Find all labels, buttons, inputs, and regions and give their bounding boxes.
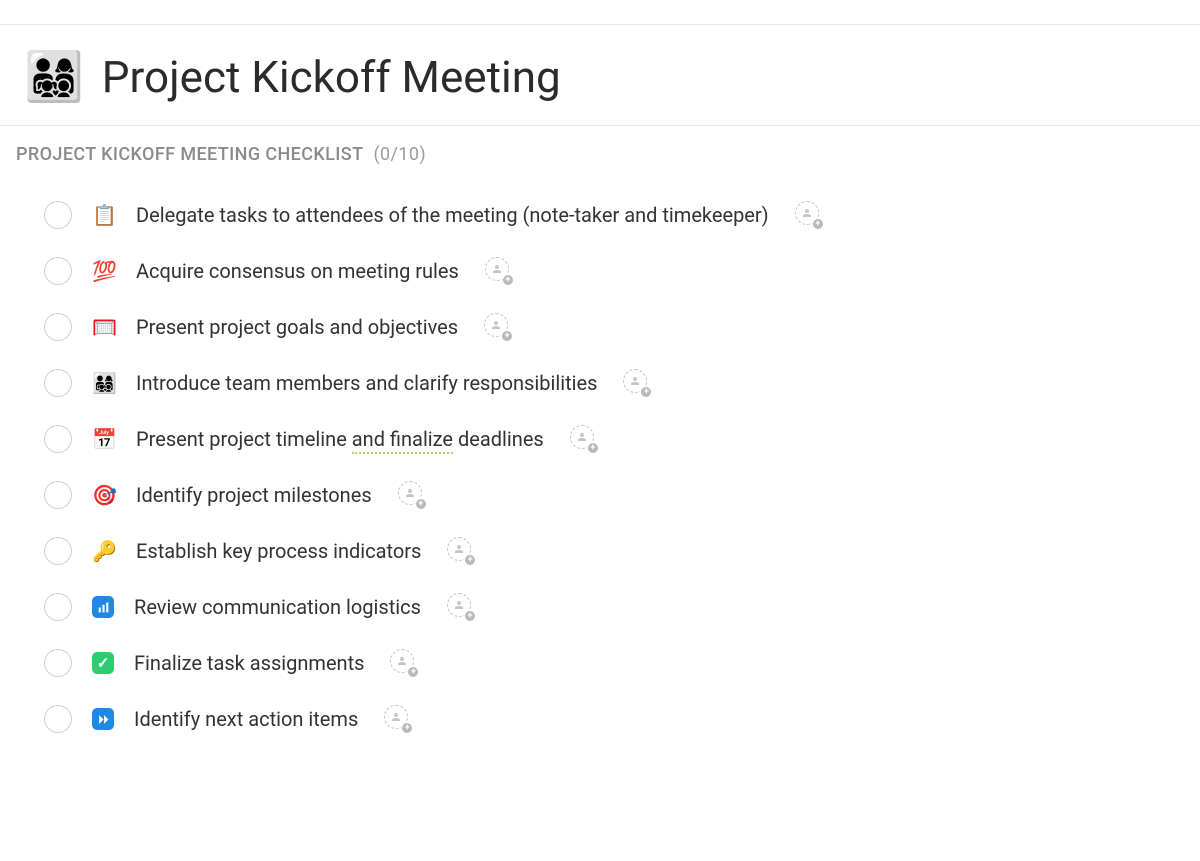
checkmark-icon: ✓	[92, 652, 114, 674]
page-title[interactable]: Project Kickoff Meeting	[102, 53, 561, 101]
assignee-add-button[interactable]: +	[384, 705, 412, 733]
assignee-add-button[interactable]: +	[623, 369, 651, 397]
checklist-checkbox[interactable]	[44, 649, 72, 677]
assignee-add-button[interactable]: +	[390, 649, 418, 677]
checklist-checkbox[interactable]	[44, 593, 72, 621]
section-title: Project Kickoff Meeting Checklist	[16, 144, 363, 165]
assignee-add-button[interactable]: +	[398, 481, 426, 509]
checklist-item[interactable]: 📅 Present project timeline and finalize d…	[16, 411, 1184, 467]
checklist-item[interactable]: Identify next action items +	[16, 691, 1184, 747]
assignee-add-button[interactable]: +	[485, 257, 513, 285]
checklist-item[interactable]: 🥅 Present project goals and objectives +	[16, 299, 1184, 355]
checklist-item-text[interactable]: Present project timeline and finalize de…	[136, 426, 544, 452]
checklist-item-text[interactable]: Identify next action items	[134, 706, 358, 732]
checklist-item-text[interactable]: Acquire consensus on meeting rules	[136, 258, 459, 284]
assignee-add-button[interactable]: +	[570, 425, 598, 453]
emoji-icon: 📅	[92, 429, 116, 449]
checklist-checkbox[interactable]	[44, 313, 72, 341]
assignee-add-button[interactable]: +	[447, 593, 475, 621]
section-header[interactable]: Project Kickoff Meeting Checklist (0/10)	[16, 144, 1184, 165]
checklist-item[interactable]: 🔑 Establish key process indicators +	[16, 523, 1184, 579]
checklist-items: 📋 Delegate tasks to attendees of the meet…	[16, 187, 1184, 747]
emoji-icon: 💯	[92, 261, 116, 281]
page-icon[interactable]: 👨‍👩‍👧‍👦	[24, 53, 84, 101]
emoji-icon: 🔑	[92, 541, 116, 561]
checklist-item[interactable]: 👨‍👩‍👧‍👦 Introduce team members and clarif…	[16, 355, 1184, 411]
checklist-checkbox[interactable]	[44, 201, 72, 229]
assignee-add-button[interactable]: +	[447, 537, 475, 565]
checklist-item-text[interactable]: Review communication logistics	[134, 594, 421, 620]
checklist-section: Project Kickoff Meeting Checklist (0/10)…	[0, 126, 1200, 747]
checklist-item[interactable]: 🎯 Identify project milestones +	[16, 467, 1184, 523]
page-header: 👨‍👩‍👧‍👦 Project Kickoff Meeting	[0, 25, 1200, 126]
checklist-item[interactable]: 📋 Delegate tasks to attendees of the meet…	[16, 187, 1184, 243]
checklist-checkbox[interactable]	[44, 425, 72, 453]
checklist-checkbox[interactable]	[44, 705, 72, 733]
checklist-item-text[interactable]: Present project goals and objectives	[136, 314, 458, 340]
section-count: (0/10)	[373, 144, 426, 165]
assignee-add-button[interactable]: +	[484, 313, 512, 341]
next-track-icon	[92, 708, 114, 730]
emoji-icon: 👨‍👩‍👧‍👦	[92, 373, 116, 393]
assignee-add-button[interactable]: +	[795, 201, 823, 229]
checklist-item-text[interactable]: Finalize task assignments	[134, 650, 364, 676]
checklist-item[interactable]: 💯 Acquire consensus on meeting rules +	[16, 243, 1184, 299]
checklist-item-text[interactable]: Delegate tasks to attendees of the meeti…	[136, 202, 769, 228]
checklist-checkbox[interactable]	[44, 481, 72, 509]
checklist-checkbox[interactable]	[44, 257, 72, 285]
checklist-checkbox[interactable]	[44, 537, 72, 565]
checklist-item-text[interactable]: Identify project milestones	[136, 482, 372, 508]
checklist-item[interactable]: ✓ Finalize task assignments +	[16, 635, 1184, 691]
checklist-item-text[interactable]: Introduce team members and clarify respo…	[136, 370, 597, 396]
checklist-checkbox[interactable]	[44, 369, 72, 397]
emoji-icon: 🎯	[92, 485, 116, 505]
bar-chart-icon	[92, 596, 114, 618]
checklist-item-text[interactable]: Establish key process indicators	[136, 538, 421, 564]
checklist-item[interactable]: Review communication logistics +	[16, 579, 1184, 635]
emoji-icon: 🥅	[92, 317, 116, 337]
emoji-icon: 📋	[92, 205, 116, 225]
